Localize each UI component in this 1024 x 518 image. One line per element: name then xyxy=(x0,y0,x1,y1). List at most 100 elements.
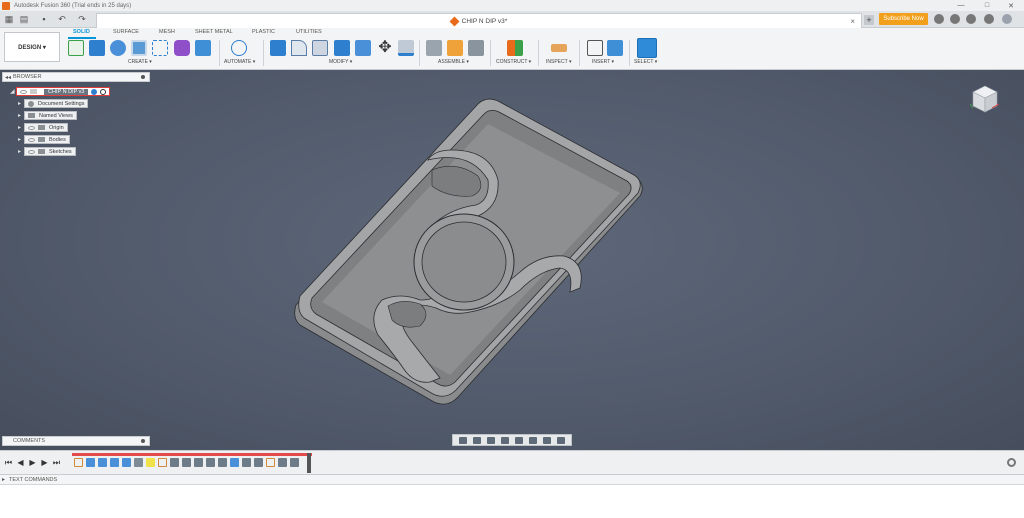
joint-icon[interactable] xyxy=(447,40,463,56)
combine-icon[interactable] xyxy=(355,40,371,56)
timeline-extrude-icon[interactable] xyxy=(86,458,95,467)
move-copy-icon[interactable]: ✥ xyxy=(377,40,393,56)
timeline-move-icon[interactable] xyxy=(242,458,251,467)
shell-icon[interactable] xyxy=(334,40,350,56)
timeline-move-icon[interactable] xyxy=(194,458,203,467)
timeline-marker[interactable] xyxy=(307,453,311,473)
browser-item-named-views[interactable]: ▸ Named Views xyxy=(18,111,77,120)
new-tab-button[interactable]: + xyxy=(864,15,874,25)
timeline-sketch-icon[interactable] xyxy=(266,458,275,467)
subscribe-now-button[interactable]: Subscribe Now xyxy=(879,13,928,25)
minimize-button[interactable]: — xyxy=(948,0,974,11)
timeline-step-back-icon[interactable]: ◀ xyxy=(16,458,25,467)
tab-plastic[interactable]: PLASTIC xyxy=(252,29,275,35)
canvas-viewport[interactable]: ◂◂ BROWSER ◢ CHIP N DIP v3 ▸ Document Se… xyxy=(0,70,1024,450)
text-commands-area[interactable] xyxy=(0,485,1024,518)
help-icon[interactable] xyxy=(984,14,994,24)
automate-icon[interactable] xyxy=(231,40,247,56)
document-tab[interactable]: CHIP N DIP v3* × xyxy=(96,13,862,28)
visibility-eye-icon[interactable] xyxy=(28,149,35,154)
visibility-eye-icon[interactable] xyxy=(20,89,27,94)
automate-menu[interactable]: AUTOMATE ▾ xyxy=(224,59,255,65)
fit-icon[interactable] xyxy=(515,436,523,444)
save-icon[interactable]: ▪ xyxy=(38,14,50,25)
new-component-icon[interactable] xyxy=(426,40,442,56)
browser-panel-header[interactable]: ◂◂ BROWSER xyxy=(2,72,150,82)
timeline-move-icon[interactable] xyxy=(146,458,155,467)
browser-item-origin[interactable]: ▸ Origin xyxy=(18,123,68,132)
visibility-eye-icon[interactable] xyxy=(28,137,35,142)
assemble-menu[interactable]: ASSEMBLE ▾ xyxy=(438,59,469,65)
tree-item-box[interactable]: Bodies xyxy=(24,135,70,144)
tab-surface[interactable]: SURFACE xyxy=(113,29,139,35)
job-status-icon[interactable] xyxy=(950,14,960,24)
inspect-menu[interactable]: INSPECT ▾ xyxy=(546,59,571,65)
extrude-icon[interactable] xyxy=(89,40,105,56)
insert-menu[interactable]: INSERT ▾ xyxy=(592,59,614,65)
timeline-move-icon[interactable] xyxy=(170,458,179,467)
data-panel-grid-icon[interactable]: ▦ xyxy=(3,14,15,25)
select-menu[interactable]: SELECT ▾ xyxy=(634,59,657,65)
browser-item-sketches[interactable]: ▸ Sketches xyxy=(18,147,76,156)
timeline-move-icon[interactable] xyxy=(218,458,227,467)
press-pull-icon[interactable] xyxy=(270,40,286,56)
revolve-icon[interactable] xyxy=(110,40,126,56)
close-window-button[interactable]: ✕ xyxy=(998,0,1024,11)
form-icon[interactable] xyxy=(174,40,190,56)
tree-item-box[interactable]: Named Views xyxy=(24,111,77,120)
close-tab-icon[interactable]: × xyxy=(850,17,855,26)
extensions-icon[interactable] xyxy=(934,14,944,24)
workspace-switcher-button[interactable]: DESIGN ▾ xyxy=(4,32,60,62)
timeline-extrude-icon[interactable] xyxy=(110,458,119,467)
modify-menu[interactable]: MODIFY ▾ xyxy=(329,59,352,65)
collapse-arrows-icon[interactable]: ◂◂ xyxy=(5,74,11,81)
browser-item-bodies[interactable]: ▸ Bodies xyxy=(18,135,70,144)
pan-icon[interactable] xyxy=(487,436,495,444)
display-settings-icon[interactable] xyxy=(529,436,537,444)
tab-utilities[interactable]: UTILITIES xyxy=(296,29,322,35)
file-menu-icon[interactable]: ▤ xyxy=(18,14,30,25)
tab-mesh[interactable]: MESH xyxy=(159,29,175,35)
activate-radio-icon[interactable] xyxy=(91,88,98,95)
timeline-move-icon[interactable] xyxy=(254,458,263,467)
construct-menu[interactable]: CONSTRUCT ▾ xyxy=(496,59,531,65)
derive-icon[interactable] xyxy=(195,40,211,56)
notifications-icon[interactable] xyxy=(966,14,976,24)
timeline-extrude-icon[interactable] xyxy=(122,458,131,467)
select-cursor-icon[interactable] xyxy=(637,38,657,58)
as-built-joint-icon[interactable] xyxy=(468,40,484,56)
timeline-extrude-icon[interactable] xyxy=(230,458,239,467)
insert-derive-icon[interactable] xyxy=(587,40,603,56)
chamfer-icon[interactable] xyxy=(312,40,328,56)
timeline-extrude-icon[interactable] xyxy=(98,458,107,467)
fillet-icon[interactable] xyxy=(291,40,307,56)
browser-root-node[interactable]: ◢ CHIP N DIP v3 xyxy=(10,87,111,96)
timeline-combine-icon[interactable] xyxy=(134,458,143,467)
maximize-button[interactable]: □ xyxy=(974,0,1000,11)
chip-n-dip-model[interactable] xyxy=(0,70,1024,450)
look-at-icon[interactable] xyxy=(473,436,481,444)
timeline-move-icon[interactable] xyxy=(290,458,299,467)
grid-settings-icon[interactable] xyxy=(543,436,551,444)
create-menu[interactable]: CREATE ▾ xyxy=(128,59,152,65)
tab-solid[interactable]: SOLID xyxy=(73,29,90,35)
canvas-image-icon[interactable] xyxy=(607,40,623,56)
redo-icon[interactable]: ↷ xyxy=(76,14,88,25)
comments-panel-header[interactable]: COMMENTS xyxy=(2,436,150,446)
viewports-icon[interactable] xyxy=(557,436,565,444)
text-commands-header[interactable]: ▸ TEXT COMMANDS xyxy=(0,474,1024,485)
tree-item-box[interactable]: Document Settings xyxy=(24,99,89,108)
zoom-icon[interactable] xyxy=(501,436,509,444)
measure-icon[interactable] xyxy=(551,44,567,52)
pattern-icon[interactable] xyxy=(152,40,168,56)
timeline-move-icon[interactable] xyxy=(278,458,287,467)
hole-icon[interactable] xyxy=(131,40,147,56)
panel-pin-icon[interactable] xyxy=(141,75,145,79)
timeline-move-icon[interactable] xyxy=(206,458,215,467)
timeline-sketch-icon[interactable] xyxy=(74,458,83,467)
root-node-box[interactable]: CHIP N DIP v3 xyxy=(16,87,111,96)
undo-icon[interactable]: ↶ xyxy=(56,14,68,25)
target-icon[interactable] xyxy=(100,88,107,95)
tab-sheet-metal[interactable]: SHEET METAL xyxy=(195,29,233,35)
timeline-settings-gear-icon[interactable] xyxy=(1007,458,1016,467)
